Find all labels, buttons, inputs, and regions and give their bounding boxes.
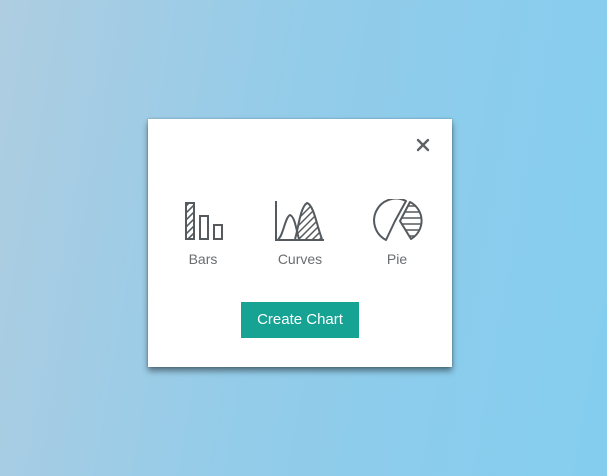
chart-type-dialog: Bars Curves Pie Create Chart	[148, 119, 452, 367]
curves-chart-icon	[275, 201, 324, 241]
option-pie[interactable]: Pie	[367, 199, 427, 267]
pie-chart-icon	[373, 199, 423, 241]
close-icon[interactable]	[414, 136, 432, 154]
option-bars[interactable]: Bars	[173, 199, 233, 267]
option-bars-label: Bars	[188, 251, 218, 267]
option-curves[interactable]: Curves	[270, 199, 330, 267]
bar-chart-icon	[185, 202, 223, 240]
option-curves-label: Curves	[277, 251, 323, 267]
option-pie-label: Pie	[386, 251, 408, 267]
create-chart-button[interactable]: Create Chart	[241, 302, 359, 338]
